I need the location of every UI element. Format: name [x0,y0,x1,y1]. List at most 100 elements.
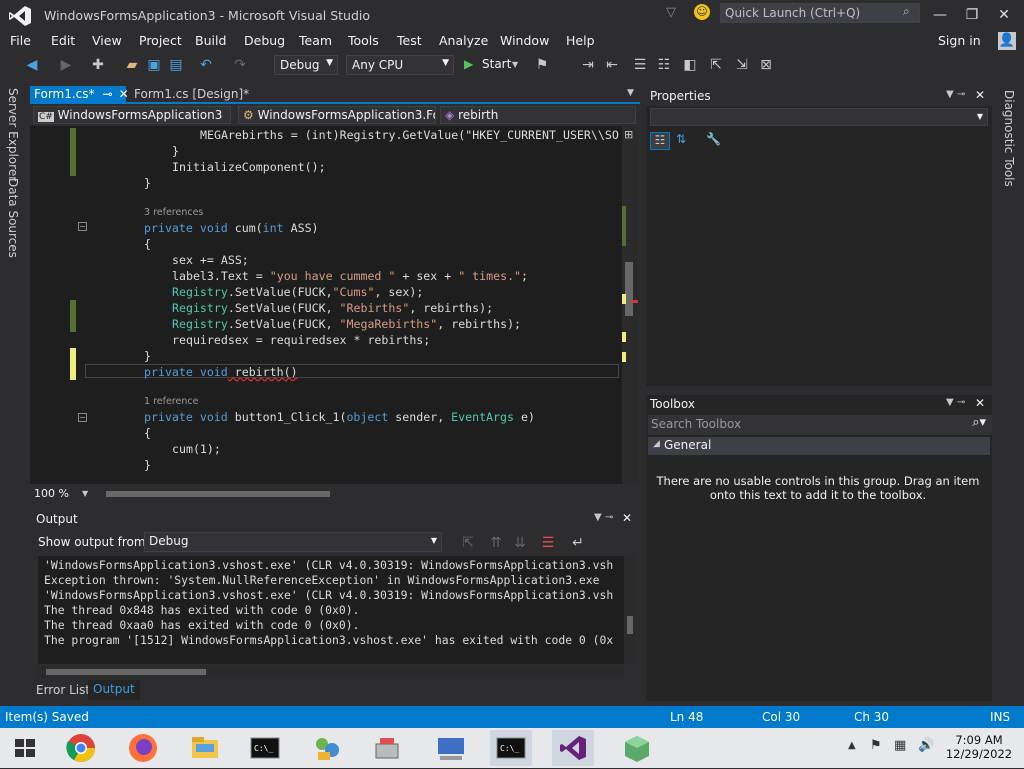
menu-help[interactable]: Help [566,33,595,48]
categorized-icon[interactable]: ☷ [650,132,670,150]
start-button[interactable]: Start [482,57,511,71]
pin-icon[interactable]: ⊸ [103,87,113,101]
start-play-icon[interactable]: ▶ [464,57,473,71]
output-source-dropdown[interactable]: Debug ▼ [144,532,442,552]
account-avatar-icon[interactable]: 👤 [998,32,1016,50]
visual-studio-taskbar-icon[interactable] [552,730,594,766]
next-message-icon[interactable]: ⇊ [512,535,528,551]
data-sources-tab[interactable]: Data Sources [6,178,20,258]
scroll-thumb[interactable] [625,262,633,316]
menu-analyze[interactable]: Analyze [439,33,488,48]
flag-icon[interactable]: ⚑ [870,738,882,753]
close-window-button[interactable]: ✕ [990,4,1018,26]
comment-lines-icon[interactable]: ☰ [632,57,648,73]
collapse-region-icon[interactable]: − [78,413,87,422]
member-dropdown[interactable]: ◈ rebirth [440,106,636,124]
references-codelens[interactable]: 1 reference [144,396,198,407]
search-icon[interactable]: ⌕▾ [972,415,986,430]
prev-message-icon[interactable]: ⇈ [488,535,504,551]
tab-error-list[interactable]: Error List [36,683,90,697]
next-bookmark-icon[interactable]: ⇲ [734,57,750,73]
close-properties-icon[interactable]: ✕ [975,88,985,102]
command-prompt-active-icon[interactable]: C:\_ [490,730,532,766]
menu-edit[interactable]: Edit [51,33,75,48]
find-in-files-icon[interactable]: ⚑ [534,57,550,73]
taskbar-clock[interactable]: 7:09 AM 12/29/2022 [944,733,1014,761]
tab-form1-cs[interactable]: Form1.cs* ⊸ ✕ [30,86,129,104]
network-app-icon[interactable] [306,730,348,766]
split-editor-icon[interactable]: ⊞ [624,128,633,141]
sign-in-link[interactable]: Sign in [938,33,981,48]
close-toolbox-icon[interactable]: ✕ [975,396,985,410]
clear-bookmarks-icon[interactable]: ⊠ [758,57,774,73]
toolbox-group-general[interactable]: ◢ General [648,437,990,455]
toggle-word-wrap-icon[interactable]: ↵ [570,535,586,551]
alphabetical-icon[interactable]: ⇅ [676,132,686,146]
redo-icon[interactable]: ↷ [232,57,248,73]
properties-options-icon[interactable]: ▼ ⊸ [946,89,965,100]
output-options-icon[interactable]: ▼ ⊸ [594,512,613,523]
diagnostic-tools-tab[interactable]: Diagnostic Tools [1002,90,1016,187]
menu-team[interactable]: Team [299,33,332,48]
show-hidden-icons-icon[interactable]: ▲ [848,740,856,751]
output-horizontal-scrollbar[interactable] [38,666,624,678]
menu-test[interactable]: Test [397,33,422,48]
toolbox-options-icon[interactable]: ▼ ⊸ [946,397,965,408]
output-vertical-scrollbar[interactable] [624,556,636,664]
filter-icon[interactable]: ▽ [666,5,676,20]
menu-debug[interactable]: Debug [244,33,285,48]
code-editor[interactable]: − − MEGArebirths = (int)Registry.GetValu… [30,126,622,484]
network-icon[interactable]: ▦ [894,738,906,753]
menu-build[interactable]: Build [195,33,226,48]
start-dropdown-icon[interactable]: ▼ [512,60,518,69]
start-windows-icon[interactable] [4,730,46,766]
tab-output[interactable]: Output [88,680,140,700]
menu-file[interactable]: File [10,33,31,48]
feedback-smiley-icon[interactable]: ☺ [694,4,710,20]
step-into-icon[interactable]: ⇤ [604,57,620,73]
menu-view[interactable]: View [92,33,122,48]
clear-all-icon[interactable]: ☰ [540,535,556,551]
save-all-icon[interactable]: ▤ [168,57,184,73]
horizontal-scroll-thumb[interactable] [106,491,330,497]
output-text-area[interactable]: 'WindowsFormsApplication3.vshost.exe' (C… [38,556,624,664]
restore-button[interactable]: ❐ [958,4,986,26]
bookmark-icon[interactable]: ◧ [682,57,698,73]
collapse-region-icon[interactable]: − [78,222,87,231]
properties-object-dropdown[interactable]: ▼ [650,108,988,126]
property-pages-icon[interactable]: 🔧 [706,132,721,146]
scroll-thumb[interactable] [46,669,206,675]
prev-bookmark-icon[interactable]: ⇱ [708,57,724,73]
undo-icon[interactable]: ↶ [198,57,214,73]
solution-configuration-dropdown[interactable]: Debug ▼ [274,55,338,75]
tab-form1-design[interactable]: Form1.cs [Design]* [130,86,253,104]
zoom-level[interactable]: 100 % [34,487,69,500]
keyboard-app-icon[interactable] [430,730,472,766]
editor-vertical-scrollbar[interactable] [622,126,638,484]
chrome-icon[interactable] [60,730,102,766]
toolbox-search-input[interactable]: Search Toolbox ⌕▾ [648,415,992,435]
find-message-icon[interactable]: ⇱ [460,535,476,551]
save-icon[interactable]: ▣ [146,57,162,73]
firefox-icon[interactable] [122,730,164,766]
cube-app-icon[interactable] [616,730,658,766]
project-dropdown[interactable]: C# WindowsFormsApplication3 [33,106,231,124]
command-prompt-icon[interactable]: C:\_ [244,730,286,766]
menu-tools[interactable]: Tools [348,33,379,48]
open-folder-icon[interactable]: ▰ [124,57,140,73]
file-explorer-icon[interactable] [184,730,226,766]
back-icon[interactable]: ◀ [24,57,40,73]
cash-register-icon[interactable] [366,730,408,766]
minimize-button[interactable]: — [926,4,954,26]
close-tab-icon[interactable]: ✕ [119,87,129,101]
close-output-icon[interactable]: ✕ [622,511,632,525]
menu-project[interactable]: Project [139,33,182,48]
volume-icon[interactable]: 🔊 [918,738,934,753]
new-project-icon[interactable]: ✚ [90,57,106,73]
step-over-icon[interactable]: ⇥ [580,57,596,73]
solution-platform-dropdown[interactable]: Any CPU ▼ [346,55,454,75]
uncomment-lines-icon[interactable]: ☷ [656,57,672,73]
references-codelens[interactable]: 3 references [144,207,203,218]
menu-window[interactable]: Window [500,33,549,48]
class-dropdown[interactable]: ⚙ WindowsFormsApplication3.Fo [238,106,436,124]
